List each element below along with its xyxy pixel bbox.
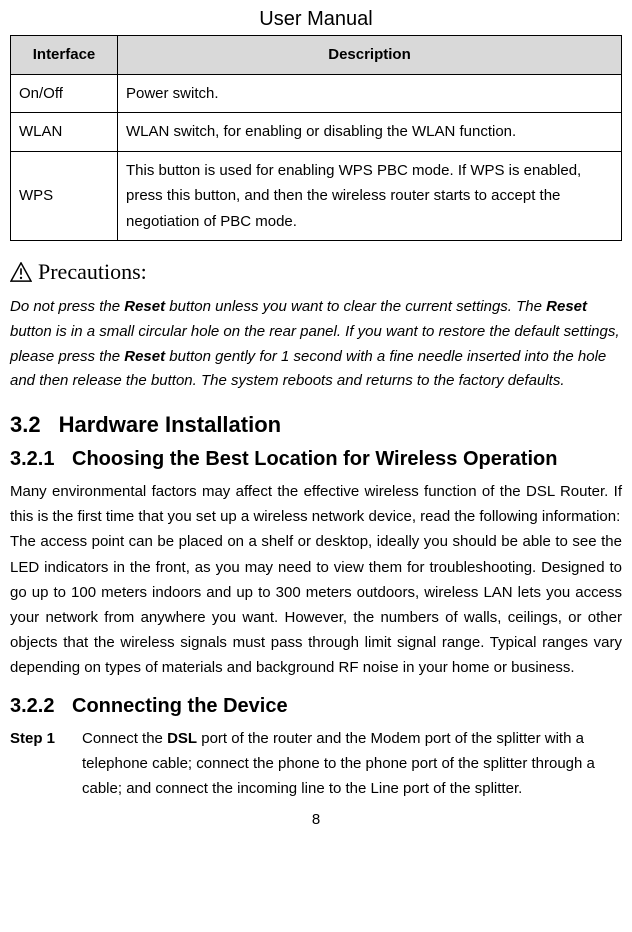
- page-number: 8: [10, 811, 622, 836]
- cell-description: This button is used for enabling WPS PBC…: [118, 151, 622, 241]
- bold-text: Reset: [124, 298, 165, 315]
- cell-interface: On/Off: [11, 74, 118, 113]
- bold-text: Reset: [124, 348, 165, 365]
- precautions-heading-text: Precautions:: [38, 259, 147, 285]
- section-title: Hardware Installation: [59, 412, 282, 437]
- warning-icon: [10, 262, 32, 282]
- body-paragraph: Many environmental factors may affect th…: [10, 479, 622, 529]
- table-row: WLAN WLAN switch, for enabling or disabl…: [11, 113, 622, 152]
- cell-interface: WPS: [11, 151, 118, 241]
- section-3-2-2-heading: 3.2.2 Connecting the Device: [10, 695, 622, 718]
- text: Do not press the: [10, 298, 124, 315]
- table-row: On/Off Power switch.: [11, 74, 622, 113]
- text: Connect the: [82, 730, 167, 747]
- section-3-2-heading: 3.2 Hardware Installation: [10, 412, 622, 438]
- subsection-title: Connecting the Device: [72, 695, 622, 718]
- cell-interface: WLAN: [11, 113, 118, 152]
- precautions-heading: Precautions:: [10, 259, 622, 285]
- subsection-title: Choosing the Best Location for Wireless …: [72, 448, 622, 471]
- subsection-number: 3.2.2: [10, 695, 72, 718]
- page-title: User Manual: [10, 8, 622, 31]
- step-label: Step 1: [10, 726, 82, 802]
- precautions-body: Do not press the Reset button unless you…: [10, 295, 622, 394]
- table-row: WPS This button is used for enabling WPS…: [11, 151, 622, 241]
- subsection-number: 3.2.1: [10, 448, 72, 471]
- interface-table: Interface Description On/Off Power switc…: [10, 35, 622, 241]
- table-header-description: Description: [118, 36, 622, 75]
- body-paragraph: The access point can be placed on a shel…: [10, 529, 622, 680]
- table-header-interface: Interface: [11, 36, 118, 75]
- step-content: Connect the DSL port of the router and t…: [82, 726, 622, 802]
- step-1: Step 1 Connect the DSL port of the route…: [10, 726, 622, 802]
- cell-description: Power switch.: [118, 74, 622, 113]
- text: button unless you want to clear the curr…: [165, 298, 546, 315]
- bold-text: DSL: [167, 730, 197, 747]
- section-3-2-1-heading: 3.2.1 Choosing the Best Location for Wir…: [10, 448, 622, 471]
- section-number: 3.2: [10, 412, 41, 438]
- bold-text: Reset: [546, 298, 587, 315]
- cell-description: WLAN switch, for enabling or disabling t…: [118, 113, 622, 152]
